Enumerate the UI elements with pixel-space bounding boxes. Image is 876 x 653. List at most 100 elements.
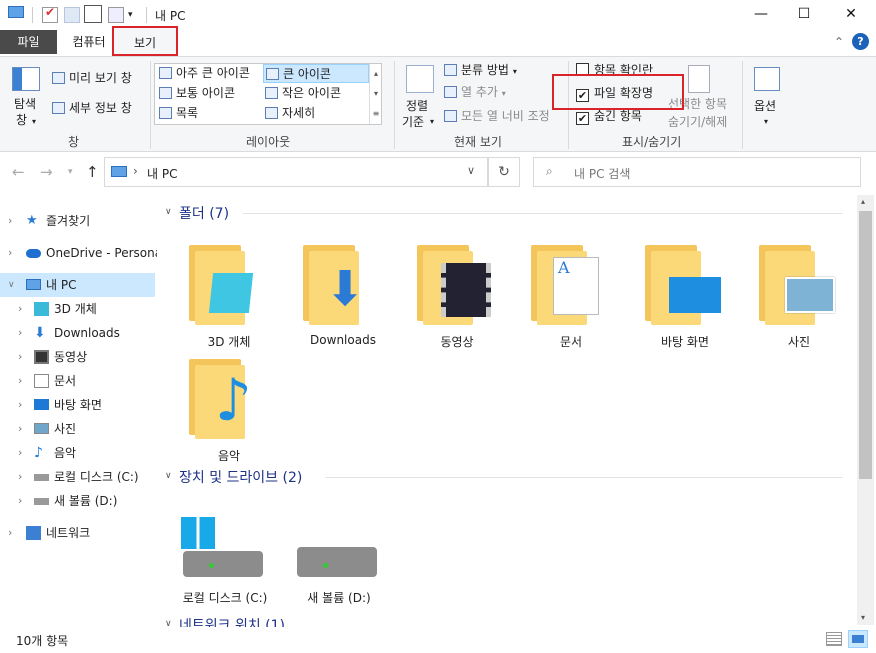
layout-extra-large[interactable]: 아주 큰 아이콘 [159, 64, 250, 82]
checkbox-checked[interactable]: ✔ [576, 112, 589, 125]
nav-label: 음악 [54, 446, 77, 460]
scrollbar-thumb[interactable] [859, 211, 872, 479]
folder-tile[interactable]: 동영상 [409, 237, 505, 349]
nav-item-3d-objects[interactable]: › 3D 개체 [0, 297, 155, 321]
folder-label: 3D 개체 [207, 335, 251, 349]
nav-item-quick-access[interactable]: › ★ 즐겨찾기 [0, 209, 155, 233]
refresh-button[interactable]: ↻ [488, 157, 520, 187]
vertical-scrollbar[interactable]: ▴ ▾ [857, 195, 874, 625]
collapse-chevron-icon[interactable]: ∨ [8, 273, 15, 297]
layout-medium[interactable]: 보통 아이콘 [159, 84, 235, 102]
fit-columns-button[interactable]: 모든 열 너비 조정 [444, 107, 550, 125]
layout-list[interactable]: 목록 [159, 104, 198, 122]
breadcrumb-chevron-icon: › [133, 164, 138, 178]
nav-item-onedrive[interactable]: › OneDrive - Personal [0, 241, 165, 265]
status-bar: 10개 항목 [0, 627, 876, 653]
properties-icon[interactable]: ✔ [42, 5, 58, 23]
nav-item-desktop[interactable]: › 바탕 화면 [0, 393, 155, 417]
folder-tile[interactable]: 3D 개체 [181, 237, 277, 349]
layout-details[interactable]: 자세히 [265, 104, 315, 122]
details-pane-button[interactable]: 세부 정보 창 [52, 99, 132, 117]
nav-item-videos[interactable]: › 동영상 [0, 345, 155, 369]
forward-arrow-icon[interactable]: → [40, 163, 53, 181]
film-icon [441, 263, 491, 317]
copy-icon[interactable] [108, 7, 124, 23]
desktop-icon [669, 277, 721, 313]
nav-item-music[interactable]: › ♪ 음악 [0, 441, 155, 465]
recent-locations-icon[interactable]: ▾ [68, 167, 73, 177]
details-view-icon[interactable] [826, 632, 842, 646]
drive-tile[interactable]: 새 볼륨 (D:) [289, 513, 389, 607]
drive-tile[interactable]: 로컬 디스크 (C:) [175, 513, 275, 607]
layout-label: 목록 [176, 106, 199, 120]
nav-item-volume-d[interactable]: › 새 볼륨 (D:) [0, 489, 155, 513]
customize-quick-access-icon[interactable]: ▾ [128, 7, 144, 23]
nav-item-documents[interactable]: › 문서 [0, 369, 155, 393]
options-icon [754, 67, 780, 91]
item-count: 10개 항목 [16, 634, 69, 648]
group-by-label: 분류 방법 [461, 63, 509, 77]
nav-pane-button[interactable]: 탐색 창 ▾ [8, 63, 44, 129]
options-button[interactable]: 옵션 ▾ [750, 63, 784, 129]
nav-item-pictures[interactable]: › 사진 [0, 417, 155, 441]
details-pane-label: 세부 정보 창 [69, 101, 132, 115]
minimize-button[interactable]: — [738, 0, 784, 30]
section-header-folders[interactable]: 폴더 (7) [179, 203, 229, 223]
expand-chevron-icon[interactable]: › [8, 209, 12, 233]
tab-view[interactable]: 보기 [112, 26, 178, 56]
layout-small[interactable]: 작은 아이콘 [265, 84, 341, 102]
expand-chevron-icon[interactable]: › [18, 321, 22, 345]
nav-item-this-pc[interactable]: ∨ 내 PC [0, 273, 155, 297]
large-icons-view-icon[interactable] [848, 630, 868, 648]
expand-chevron-icon[interactable]: › [18, 417, 22, 441]
search-placeholder: 내 PC 검색 [574, 167, 631, 181]
scroll-down-icon[interactable]: ▾ [861, 613, 865, 622]
new-folder-icon[interactable] [64, 7, 80, 23]
address-path[interactable]: 내 PC [147, 165, 177, 182]
sort-by-button[interactable]: 정렬 기준 ▾ [400, 63, 440, 129]
film-icon [34, 350, 49, 364]
folder-tile[interactable]: 사진 [751, 237, 847, 349]
nav-label: 3D 개체 [54, 302, 97, 316]
back-arrow-icon[interactable]: ← [12, 163, 25, 181]
tab-file[interactable]: 파일 [0, 30, 57, 54]
folder-tile[interactable]: A 문서 [523, 237, 619, 349]
collapse-chevron-icon[interactable]: ∨ [165, 471, 172, 481]
expand-chevron-icon[interactable]: › [18, 345, 22, 369]
group-by-button[interactable]: 분류 방법 ▾ [444, 61, 517, 79]
expand-chevron-icon[interactable]: › [18, 489, 22, 513]
layout-scroll[interactable]: ▴ ▾ ≡ [369, 64, 382, 124]
maximize-button[interactable]: ☐ [781, 0, 827, 30]
expand-chevron-icon[interactable]: › [8, 241, 12, 265]
nav-item-local-disk-c[interactable]: › 로컬 디스크 (C:) [0, 465, 155, 489]
layout-large[interactable]: 큰 아이콘 [263, 64, 369, 83]
tab-computer[interactable]: 컴퓨터 [60, 30, 118, 54]
address-bar[interactable]: › 내 PC ∨ [104, 157, 488, 187]
expand-chevron-icon[interactable]: › [18, 297, 22, 321]
folder-label: 동영상 [440, 335, 474, 349]
add-columns-button[interactable]: 열 추가 ▾ [444, 83, 506, 101]
folder-label: 음악 [217, 449, 241, 463]
collapse-chevron-icon[interactable]: ∨ [165, 207, 172, 217]
scroll-up-icon[interactable]: ▴ [861, 197, 865, 206]
clipboard-icon[interactable] [84, 5, 102, 23]
expand-chevron-icon[interactable]: › [8, 521, 12, 545]
search-icon: ⌕ [546, 164, 553, 178]
help-icon[interactable]: ? [852, 33, 869, 50]
preview-pane-button[interactable]: 미리 보기 창 [52, 69, 132, 87]
nav-item-downloads[interactable]: › ⬇ Downloads [0, 321, 155, 345]
folder-tile[interactable]: ♪ 음악 [181, 351, 277, 463]
section-header-drives[interactable]: 장치 및 드라이브 (2) [179, 467, 302, 487]
folder-tile[interactable]: 바탕 화면 [637, 237, 733, 349]
ribbon-collapse-icon[interactable]: ⌃ [834, 35, 844, 49]
nav-item-network[interactable]: › 네트워크 [0, 521, 155, 545]
address-dropdown-icon[interactable]: ∨ [467, 164, 475, 177]
search-box[interactable]: ⌕ 내 PC 검색 [533, 157, 861, 187]
expand-chevron-icon[interactable]: › [18, 441, 22, 465]
up-arrow-icon[interactable]: ↑ [86, 163, 99, 181]
expand-chevron-icon[interactable]: › [18, 393, 22, 417]
expand-chevron-icon[interactable]: › [18, 369, 22, 393]
close-button[interactable]: ✕ [828, 0, 874, 30]
folder-tile[interactable]: ⬇ Downloads [295, 237, 391, 349]
expand-chevron-icon[interactable]: › [18, 465, 22, 489]
